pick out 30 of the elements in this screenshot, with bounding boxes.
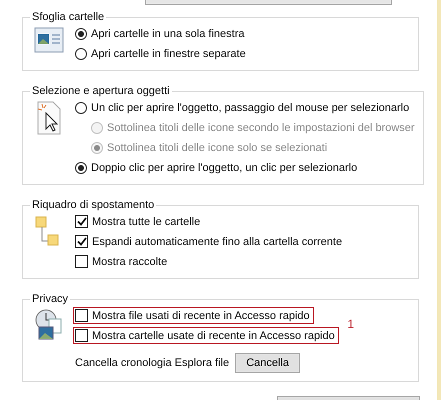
group-title: Sfoglia cartelle xyxy=(31,11,106,23)
clear-button[interactable]: Cancella xyxy=(235,353,300,373)
option-label: Mostra cartelle usate di recente in Accesso rapido xyxy=(92,330,335,342)
cursor-icon xyxy=(36,101,62,135)
radio-button[interactable] xyxy=(75,102,87,114)
group-title: Selezione e apertura oggetti xyxy=(31,85,171,97)
option-label: Espandi automaticamente fino alla cartella corrente xyxy=(92,236,342,248)
checkbox[interactable] xyxy=(75,215,88,228)
checkbox[interactable] xyxy=(75,329,88,342)
checkbox[interactable] xyxy=(75,255,88,268)
clear-history-label: Cancella cronologia Esplora file xyxy=(75,357,230,369)
group-title: Privacy xyxy=(31,293,70,305)
option-label: Mostra raccolte xyxy=(92,256,168,268)
window-icon xyxy=(34,27,64,53)
checkbox[interactable] xyxy=(75,309,88,322)
option-label: Apri cartelle in una sola finestra xyxy=(91,28,244,40)
group-title: Riquadro di spostamento xyxy=(31,199,156,211)
option-label: Sottolinea titoli delle icone solo se selezionati xyxy=(107,142,328,154)
option-label: Mostra tutte le cartelle xyxy=(92,216,200,228)
checkbox[interactable] xyxy=(75,235,88,248)
option-label: Apri cartelle in finestre separate xyxy=(91,48,246,60)
clock-document-icon xyxy=(34,309,64,341)
radio-button[interactable] xyxy=(75,162,87,174)
option-label: Un clic per aprire l'oggetto, passaggio del mouse per selezionarlo xyxy=(91,102,410,114)
option-label: Mostra file usati di recente in Accesso rapido xyxy=(92,310,310,322)
option-label: Sottolinea titoli delle icone secondo le impostazioni del browser xyxy=(107,122,415,134)
annotation-number: 1 xyxy=(345,317,356,331)
option-label: Doppio clic per aprire l'oggetto, un clic per selezionarlo xyxy=(91,162,358,174)
radio-button[interactable] xyxy=(75,28,87,40)
radio-button[interactable] xyxy=(75,48,87,60)
